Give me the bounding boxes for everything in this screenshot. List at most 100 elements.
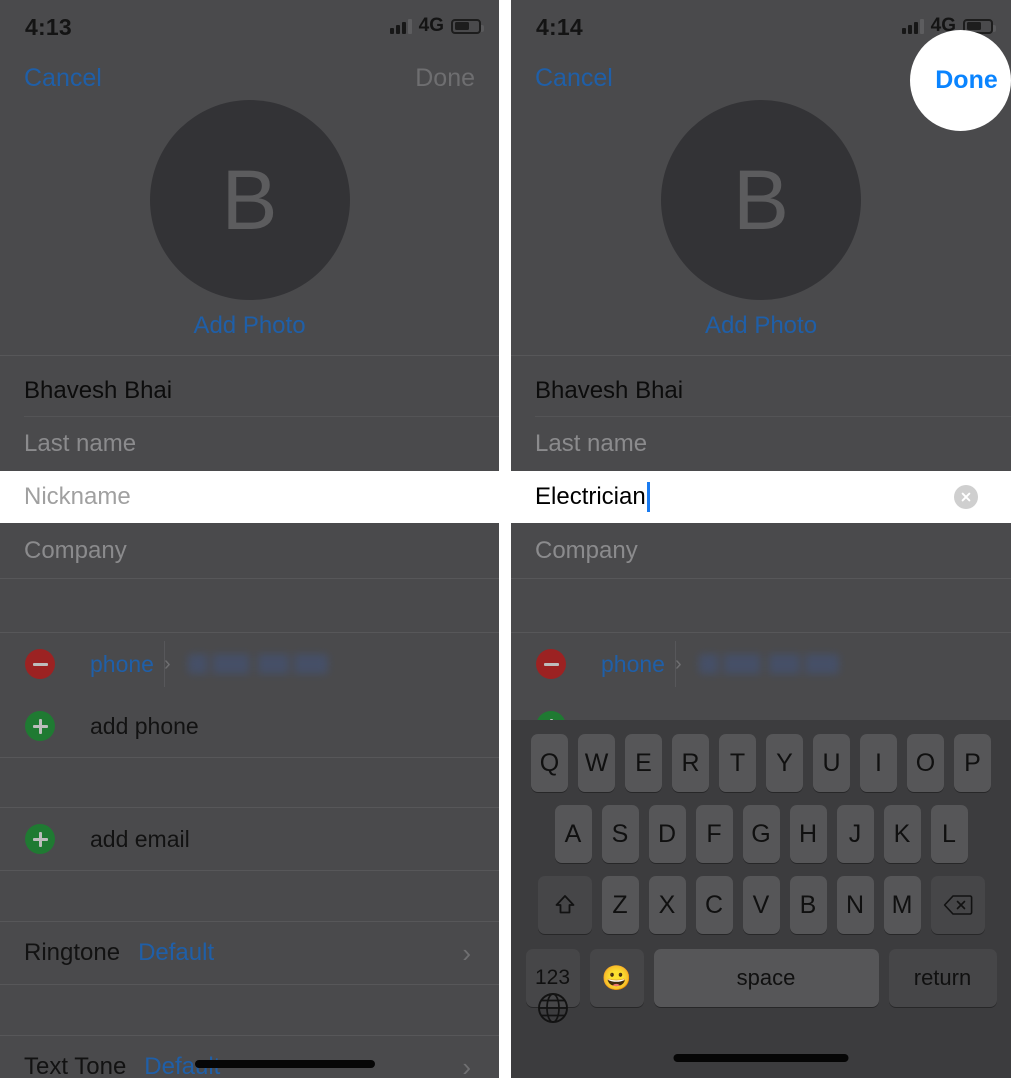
last-name-placeholder: Last name — [535, 429, 648, 457]
cancel-button[interactable]: Cancel — [24, 64, 102, 93]
nickname-placeholder: Nickname — [24, 483, 131, 510]
first-name-value: Bhavesh Bhai — [24, 376, 173, 404]
key-o[interactable]: O — [907, 734, 944, 792]
return-key[interactable]: return — [888, 949, 997, 1007]
emoji-smiley-icon[interactable]: 😀 — [589, 949, 644, 1007]
key-w[interactable]: W — [578, 734, 615, 792]
add-photo-button[interactable]: Add Photo — [0, 312, 499, 340]
key-n[interactable]: N — [836, 876, 874, 934]
add-phone-label: add phone — [90, 712, 199, 739]
nickname-row[interactable]: Nickname — [0, 471, 499, 523]
key-m[interactable]: M — [883, 876, 921, 934]
company-row[interactable]: Company — [0, 524, 499, 577]
company-placeholder: Company — [535, 536, 638, 564]
first-name-value: Bhavesh Bhai — [535, 376, 684, 404]
keyboard-row-2: A S D F G H J K L — [511, 792, 1011, 863]
status-indicators: 4G — [389, 15, 484, 37]
key-g[interactable]: G — [742, 805, 780, 863]
phone-label: phone — [601, 650, 665, 677]
key-h[interactable]: H — [789, 805, 827, 863]
keyboard-row-4: 123 😀 space return — [511, 934, 1011, 1007]
ringtone-value: Default — [138, 939, 215, 966]
phone-label: phone — [90, 650, 154, 677]
add-phone-row[interactable]: add phone — [0, 695, 499, 757]
key-k[interactable]: K — [883, 805, 921, 863]
add-photo-button[interactable]: Add Photo — [511, 312, 1011, 340]
avatar-section: B Add Photo — [511, 100, 1011, 355]
add-email-icon[interactable] — [25, 824, 55, 854]
key-u[interactable]: U — [813, 734, 850, 792]
phone-screen-before: 4:13 4G Cancel Done B Add Photo Bhavesh … — [0, 0, 499, 1078]
key-x[interactable]: X — [648, 876, 686, 934]
key-q[interactable]: Q — [531, 734, 568, 792]
section-divider — [511, 578, 1011, 579]
section-divider — [0, 757, 499, 758]
comparison-screenshot: 4:13 4G Cancel Done B Add Photo Bhavesh … — [0, 0, 1011, 1078]
add-phone-icon[interactable] — [25, 711, 55, 741]
battery-icon — [451, 18, 484, 34]
ringtone-label: Ringtone — [24, 939, 121, 966]
section-divider — [0, 355, 499, 356]
nickname-row[interactable]: Electrician — [511, 471, 1011, 523]
key-j[interactable]: J — [836, 805, 874, 863]
first-name-row[interactable]: Bhavesh Bhai — [511, 364, 1011, 417]
avatar-monogram: B — [732, 152, 790, 247]
phone-number-redacted — [188, 654, 328, 674]
on-screen-keyboard: Q W E R T Y U I O P A S D F G H J K L Z … — [511, 720, 1011, 1078]
section-divider — [511, 355, 1011, 356]
section-divider — [0, 870, 499, 871]
key-p[interactable]: P — [954, 734, 991, 792]
network-type-label: 4G — [418, 15, 444, 36]
key-a[interactable]: A — [554, 805, 592, 863]
key-f[interactable]: F — [695, 805, 733, 863]
key-i[interactable]: I — [860, 734, 897, 792]
nickname-value: Electrician — [535, 483, 646, 510]
done-button[interactable]: Done — [935, 66, 998, 95]
key-t[interactable]: T — [719, 734, 756, 792]
add-email-row[interactable]: add email — [0, 808, 499, 870]
clear-text-icon[interactable] — [954, 485, 978, 509]
field-divider — [675, 641, 676, 687]
last-name-row[interactable]: Last name — [511, 417, 1011, 470]
phone-row[interactable]: phone › — [0, 633, 499, 695]
keyboard-row-3: Z X C V B N M — [511, 863, 1011, 934]
done-button-spotlight: Done — [910, 30, 1011, 131]
text-tone-row[interactable]: Text Tone Default › — [0, 1036, 499, 1078]
key-r[interactable]: R — [672, 734, 709, 792]
home-indicator — [195, 1060, 375, 1068]
nickname-row-highlight: Electrician — [511, 471, 1011, 523]
key-s[interactable]: S — [601, 805, 639, 863]
key-d[interactable]: D — [648, 805, 686, 863]
key-c[interactable]: C — [695, 876, 733, 934]
signal-bars-icon — [901, 18, 924, 34]
first-name-row[interactable]: Bhavesh Bhai — [0, 364, 499, 417]
text-tone-label: Text Tone — [24, 1053, 127, 1078]
key-v[interactable]: V — [742, 876, 780, 934]
remove-phone-icon[interactable] — [25, 649, 55, 679]
key-z[interactable]: Z — [601, 876, 639, 934]
key-e[interactable]: E — [625, 734, 662, 792]
home-indicator — [673, 1054, 849, 1062]
key-b[interactable]: B — [789, 876, 827, 934]
globe-icon[interactable] — [536, 991, 570, 1030]
company-row[interactable]: Company — [511, 524, 1011, 577]
status-bar: 4:13 4G — [0, 0, 499, 52]
key-l[interactable]: L — [930, 805, 968, 863]
shift-arrow-icon[interactable] — [537, 876, 592, 934]
avatar[interactable]: B — [149, 100, 350, 300]
keyboard-row-1: Q W E R T Y U I O P — [511, 720, 1011, 792]
cancel-button[interactable]: Cancel — [535, 64, 613, 93]
phone-row[interactable]: phone › — [511, 633, 1011, 695]
space-key[interactable]: space — [653, 949, 879, 1007]
remove-phone-icon[interactable] — [536, 649, 566, 679]
done-button[interactable]: Done — [415, 64, 475, 93]
key-y[interactable]: Y — [766, 734, 803, 792]
nickname-row-highlight: Nickname — [0, 471, 499, 523]
avatar-monogram: B — [221, 152, 278, 247]
last-name-row[interactable]: Last name — [0, 417, 499, 470]
avatar[interactable]: B — [661, 100, 861, 300]
chevron-right-icon: › — [462, 1051, 471, 1078]
backspace-icon[interactable] — [930, 876, 985, 934]
ringtone-row[interactable]: Ringtone Default › — [0, 922, 499, 984]
signal-bars-icon — [389, 18, 412, 34]
